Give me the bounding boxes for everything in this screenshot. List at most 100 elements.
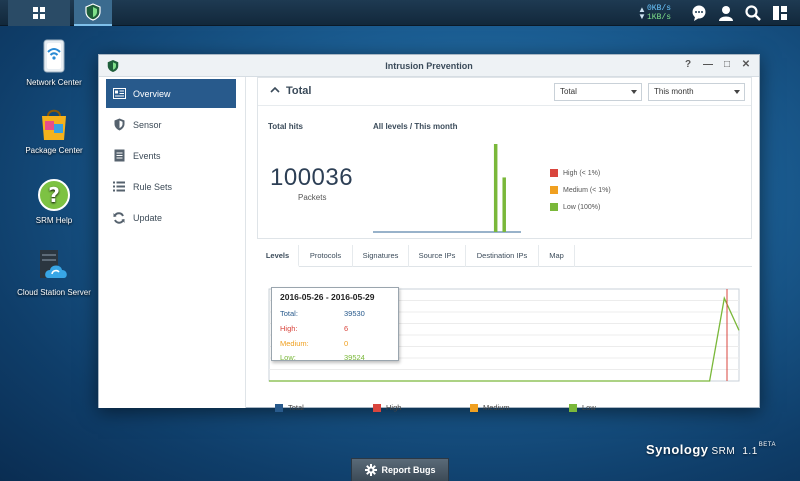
tab-levels[interactable]: Levels [257, 245, 299, 267]
window-titlebar[interactable]: Intrusion Prevention ? — □ ✕ [99, 55, 759, 77]
brand-tag: BETA [758, 442, 777, 448]
sidebar-item-update[interactable]: Update [106, 203, 236, 232]
tooltip-key: Low: [280, 353, 296, 362]
widgets-icon[interactable] [771, 4, 789, 22]
legend-low: Low (100%) [550, 203, 600, 211]
legend-label: High (< 1%) [563, 169, 601, 177]
grid-icon [33, 7, 45, 19]
shield-icon [112, 118, 126, 132]
legend-low[interactable]: Low [569, 403, 596, 412]
sidebar-item-label: Events [133, 150, 161, 161]
list-icon [112, 180, 126, 194]
legend-label: Low (100%) [563, 203, 601, 211]
total-hits-value: 100036 [270, 164, 354, 191]
package-bag-icon [42, 109, 66, 140]
chart-tooltip: 2016-05-26 - 2016-05-29 Total: 39530 Hig… [271, 287, 399, 362]
intrusion-prevention-window: Intrusion Prevention ? — □ ✕ Overview Se… [98, 54, 760, 412]
brand-name: Synology [646, 442, 709, 457]
tooltip-value: 39530 [344, 309, 365, 318]
cloud-sync-icon [40, 250, 67, 278]
desktop-icon-label: Network Center [26, 78, 82, 87]
desktop-icon-label: Package Center [25, 146, 83, 155]
legend-label: Total [288, 403, 304, 412]
tooltip-key: Medium: [280, 339, 309, 348]
sidebar-item-sensor[interactable]: Sensor [106, 110, 236, 139]
desktop-icon-network-center[interactable]: Network Center [14, 38, 94, 88]
levels-period-label: All levels / This month [373, 122, 458, 131]
tab-map[interactable]: Map [539, 245, 575, 267]
chevron-up-icon[interactable] [270, 85, 280, 95]
minimize-button[interactable]: — [702, 59, 714, 71]
sidebar-item-rule-sets[interactable]: Rule Sets [106, 172, 236, 201]
brand-version: 1.1 [742, 446, 758, 457]
desktop-icon-label: SRM Help [35, 216, 73, 225]
download-speed: 1KB/s [647, 13, 672, 22]
maximize-button[interactable]: □ [721, 59, 733, 71]
tab-destination-ips[interactable]: Destination IPs [466, 245, 539, 267]
sidebar-item-overview[interactable]: Overview [106, 79, 236, 108]
router-icon [43, 39, 65, 73]
help-icon: ? [38, 179, 70, 211]
sidebar: Overview Sensor Events Rule Sets Update [99, 77, 246, 408]
user-icon[interactable] [717, 4, 735, 22]
legend-high[interactable]: High [373, 403, 401, 412]
tooltip-value: 39524 [344, 353, 365, 362]
caret-down-icon [631, 90, 637, 94]
levels-bar-chart [373, 144, 521, 233]
report-bugs-label: Report Bugs [381, 465, 436, 475]
desktop-icon-label: Cloud Station Server [17, 288, 91, 297]
sidebar-item-label: Sensor [133, 119, 162, 130]
tab-protocols[interactable]: Protocols [299, 245, 353, 267]
total-hits-unit: Packets [298, 193, 327, 202]
legend-label: Medium [483, 403, 510, 412]
total-panel: Total Total This month Total hits All le… [257, 77, 752, 239]
search-icon[interactable] [744, 4, 762, 22]
level-filter-select[interactable]: Total [554, 83, 642, 101]
brand-product: SRM [711, 446, 736, 457]
chat-icon[interactable] [690, 4, 708, 22]
shield-icon [85, 3, 101, 21]
network-arrows-icon: ▲ ▼ [638, 5, 646, 21]
sidebar-item-label: Overview [133, 88, 171, 99]
high-swatch [373, 403, 381, 412]
document-icon [112, 149, 126, 163]
bar-low [502, 177, 506, 232]
tab-signatures[interactable]: Signatures [353, 245, 409, 267]
sidebar-item-label: Rule Sets [133, 181, 173, 192]
legend-label: Medium (< 1%) [563, 186, 611, 194]
tooltip-key: High: [280, 324, 298, 333]
section-title: Total [286, 85, 312, 97]
taskbar-app-intrusion-prevention[interactable] [74, 0, 112, 26]
desktop-icon-package-center[interactable]: Package Center [14, 106, 94, 156]
period-select[interactable]: This month [648, 83, 745, 101]
total-panel-header: Total Total This month [258, 78, 751, 106]
svg-text:?: ? [48, 183, 60, 207]
legend-medium[interactable]: Medium [470, 403, 510, 412]
legend-label: Low [582, 403, 596, 412]
desktop-icon-cloud-station-server[interactable]: Cloud Station Server [14, 248, 94, 298]
level-filter-value: Total [560, 87, 577, 96]
low-swatch [550, 203, 558, 211]
detail-tabs: Levels Protocols Signatures Source IPs D… [257, 245, 752, 267]
overview-content: Total Total This month Total hits All le… [247, 77, 760, 412]
window-title: Intrusion Prevention [385, 61, 473, 71]
medium-swatch [470, 403, 478, 412]
report-bugs-button[interactable]: Report Bugs [351, 458, 449, 481]
taskbar: ▲ ▼ 0KB/s 1KB/s [0, 0, 800, 26]
main-menu-button[interactable] [8, 0, 70, 26]
legend-total[interactable]: Total [275, 403, 304, 412]
help-button[interactable]: ? [682, 59, 694, 71]
legend-high: High (< 1%) [550, 169, 600, 177]
tab-source-ips[interactable]: Source IPs [409, 245, 466, 267]
sidebar-item-events[interactable]: Events [106, 141, 236, 170]
refresh-icon [112, 211, 126, 225]
total-swatch [275, 403, 283, 412]
close-button[interactable]: ✕ [740, 59, 752, 71]
low-swatch [569, 403, 577, 412]
tooltip-key: Total: [280, 309, 298, 318]
shield-icon [107, 60, 119, 72]
network-speed: 0KB/s 1KB/s [647, 0, 671, 26]
tooltip-value: 0 [344, 339, 349, 348]
desktop-icon-srm-help[interactable]: ? SRM Help [14, 178, 94, 226]
legend-medium: Medium (< 1%) [550, 186, 611, 194]
